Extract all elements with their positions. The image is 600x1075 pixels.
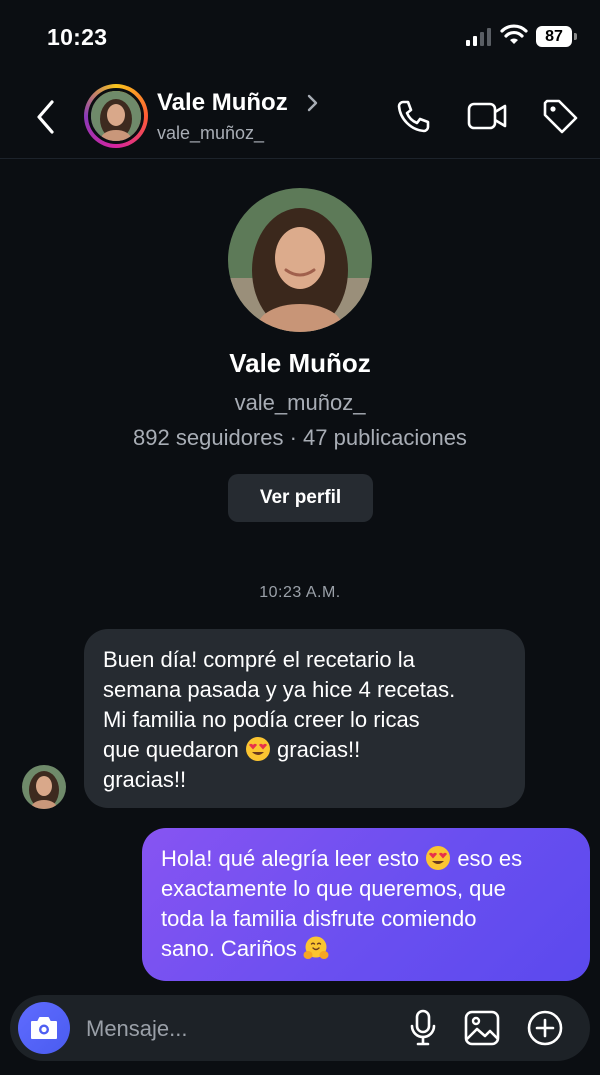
message-text: gracias!! [277,737,361,762]
message-input[interactable] [84,1009,388,1049]
message-timestamp: 10:23 A.M. [259,584,341,601]
plus-circle-icon[interactable] [525,1009,565,1049]
chat-header: Vale Muñoz vale_muñoz_ [0,76,600,159]
message-line: Mi familia no podía creer lo ricas [103,707,420,732]
chevron-left-icon[interactable] [30,96,64,138]
phone-icon[interactable] [393,96,433,136]
avatar [88,88,144,144]
message-line: exactamente lo que queremos, que [161,876,506,901]
wifi-icon [500,24,528,44]
avatar[interactable] [22,765,66,809]
message-line: gracias!! [103,767,187,792]
message-line: Buen día! compré el recetario la [103,647,415,672]
message-text: eso es [457,846,523,871]
profile-avatar[interactable] [228,188,372,332]
battery-level: 87 [545,28,563,45]
message-line: toda la familia disfrute comiendo [161,906,477,931]
tag-icon[interactable] [540,96,580,136]
message-text: sano. Cariños [161,936,297,961]
hugging-face-emoji [303,936,329,959]
camera-icon [31,1017,57,1039]
profile-name: Vale Muñoz [229,348,371,378]
header-avatar[interactable] [84,84,148,148]
message-text: Hola! qué alegría leer esto [161,846,420,871]
camera-button[interactable] [18,1002,70,1054]
message-line: sano. Cariños [161,934,574,964]
message-line: semana pasada y ya hice 4 recetas. [103,677,456,702]
header-contact-handle: vale_muñoz_ [157,123,265,143]
incoming-message[interactable]: Buen día! compré el recetario la semana … [84,629,525,808]
chevron-right-icon[interactable] [305,93,319,113]
heart-eyes-emoji [426,846,451,870]
image-icon[interactable] [463,1009,501,1047]
video-camera-icon[interactable] [466,96,508,136]
view-profile-button[interactable]: Ver perfil [228,474,373,522]
heart-eyes-emoji [245,737,270,761]
profile-stats: 892 seguidores · 47 publicaciones [133,425,467,450]
microphone-icon[interactable] [408,1009,438,1047]
status-bar: 10:23 87 [0,0,600,76]
message-composer [10,995,590,1061]
profile-handle: vale_muñoz_ [234,390,366,415]
outgoing-message[interactable]: Hola! qué alegría leer esto eso es exact… [142,828,590,981]
message-text: que quedaron [103,737,239,762]
signal-icon [466,28,491,46]
status-time: 10:23 [47,24,108,50]
message-line: Hola! qué alegría leer esto eso es [161,844,574,874]
message-line: que quedaron gracias!! [103,735,507,765]
header-contact-name[interactable]: Vale Muñoz [157,89,288,117]
battery-indicator: 87 [536,26,577,47]
